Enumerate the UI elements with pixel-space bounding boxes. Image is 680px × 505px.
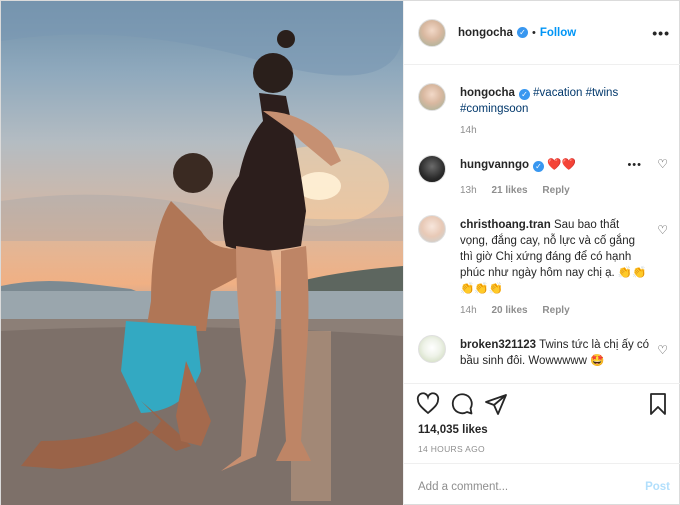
- paper-plane-icon[interactable]: [484, 392, 508, 416]
- follow-button[interactable]: Follow: [540, 27, 576, 39]
- header-separator: •: [531, 26, 536, 39]
- instagram-post: hongocha ✓ • Follow ••• hongocha ✓ #vacat…: [0, 0, 680, 505]
- post-actions: 114,035 likes 14 HOURS AGO: [404, 383, 680, 463]
- caption-username[interactable]: hongocha: [460, 87, 515, 99]
- comment-body: broken321123 Twins tức là chị ấy có bầu …: [460, 337, 650, 369]
- post-side-panel: hongocha ✓ • Follow ••• hongocha ✓ #vacat…: [403, 1, 680, 505]
- caption-avatar[interactable]: [418, 83, 446, 111]
- comment-heart-icon[interactable]: ♡: [657, 157, 668, 171]
- post-header: hongocha ✓ • Follow •••: [404, 1, 680, 65]
- header-author: hongocha ✓ • Follow: [458, 27, 576, 39]
- likes-count[interactable]: 114,035 likes: [418, 424, 488, 436]
- post-timestamp[interactable]: 14 HOURS AGO: [418, 444, 485, 454]
- post-comment-button[interactable]: Post: [645, 481, 670, 493]
- comment-meta: 13h 21 likes Reply: [460, 185, 582, 196]
- comment-time[interactable]: 14h: [460, 305, 477, 316]
- comment-body: christhoang.tran Sau bao thất vọng, đắng…: [460, 217, 650, 297]
- hashtag-link[interactable]: #vacation: [533, 87, 582, 99]
- commenter-avatar[interactable]: [418, 335, 446, 363]
- comment-input[interactable]: Add a comment...: [418, 481, 508, 493]
- hashtag-link[interactable]: #comingsoon: [460, 103, 528, 115]
- more-options-icon[interactable]: •••: [652, 25, 670, 41]
- hashtag-link[interactable]: #twins: [586, 87, 619, 99]
- caption: hongocha ✓ #vacation #twins #comingsoon 1…: [418, 83, 668, 143]
- comment-username[interactable]: hungvanngo: [460, 159, 529, 171]
- comment-options-icon[interactable]: •••: [627, 159, 642, 171]
- beach-couple-photo: [1, 1, 403, 505]
- post-photo[interactable]: [1, 1, 403, 505]
- comment-meta: 14h 20 likes Reply: [460, 305, 582, 316]
- comment-username[interactable]: broken321123: [460, 339, 536, 351]
- author-username[interactable]: hongocha: [458, 27, 513, 39]
- commenter-avatar[interactable]: [418, 155, 446, 183]
- reply-button[interactable]: Reply: [542, 305, 569, 316]
- caption-time[interactable]: 14h: [460, 125, 477, 136]
- comment-time[interactable]: 13h: [460, 185, 477, 196]
- comment-item: christhoang.tran Sau bao thất vọng, đắng…: [418, 215, 668, 316]
- comment-item: broken321123 Twins tức là chị ấy có bầu …: [418, 335, 668, 375]
- comment-text: ❤️❤️: [547, 159, 576, 171]
- comment-likes[interactable]: 21 likes: [491, 185, 527, 196]
- comment-likes[interactable]: 20 likes: [491, 305, 527, 316]
- heart-icon[interactable]: [416, 392, 440, 416]
- commenter-avatar[interactable]: [418, 215, 446, 243]
- verified-badge-icon: ✓: [518, 89, 530, 100]
- comment-heart-icon[interactable]: ♡: [657, 223, 668, 237]
- verified-badge-icon: ✓: [533, 161, 544, 172]
- verified-badge-icon: ✓: [516, 27, 528, 38]
- comments-list: hongocha ✓ #vacation #twins #comingsoon 1…: [404, 65, 680, 383]
- bookmark-icon[interactable]: [646, 392, 670, 416]
- comment-body: hungvanngo ✓ ❤️❤️: [460, 157, 650, 173]
- reply-button[interactable]: Reply: [542, 185, 569, 196]
- caption-body: hongocha ✓ #vacation #twins #comingsoon: [460, 85, 650, 117]
- comment-heart-icon[interactable]: ♡: [657, 343, 668, 357]
- add-comment-bar: Add a comment... Post: [404, 463, 680, 505]
- comment-item: hungvanngo ✓ ❤️❤️ ••• ♡ 13h 21 likes Repl…: [418, 155, 668, 196]
- author-avatar[interactable]: [418, 18, 446, 47]
- caption-meta: 14h: [460, 125, 489, 136]
- comment-bubble-icon[interactable]: [450, 392, 474, 416]
- comment-username[interactable]: christhoang.tran: [460, 219, 551, 231]
